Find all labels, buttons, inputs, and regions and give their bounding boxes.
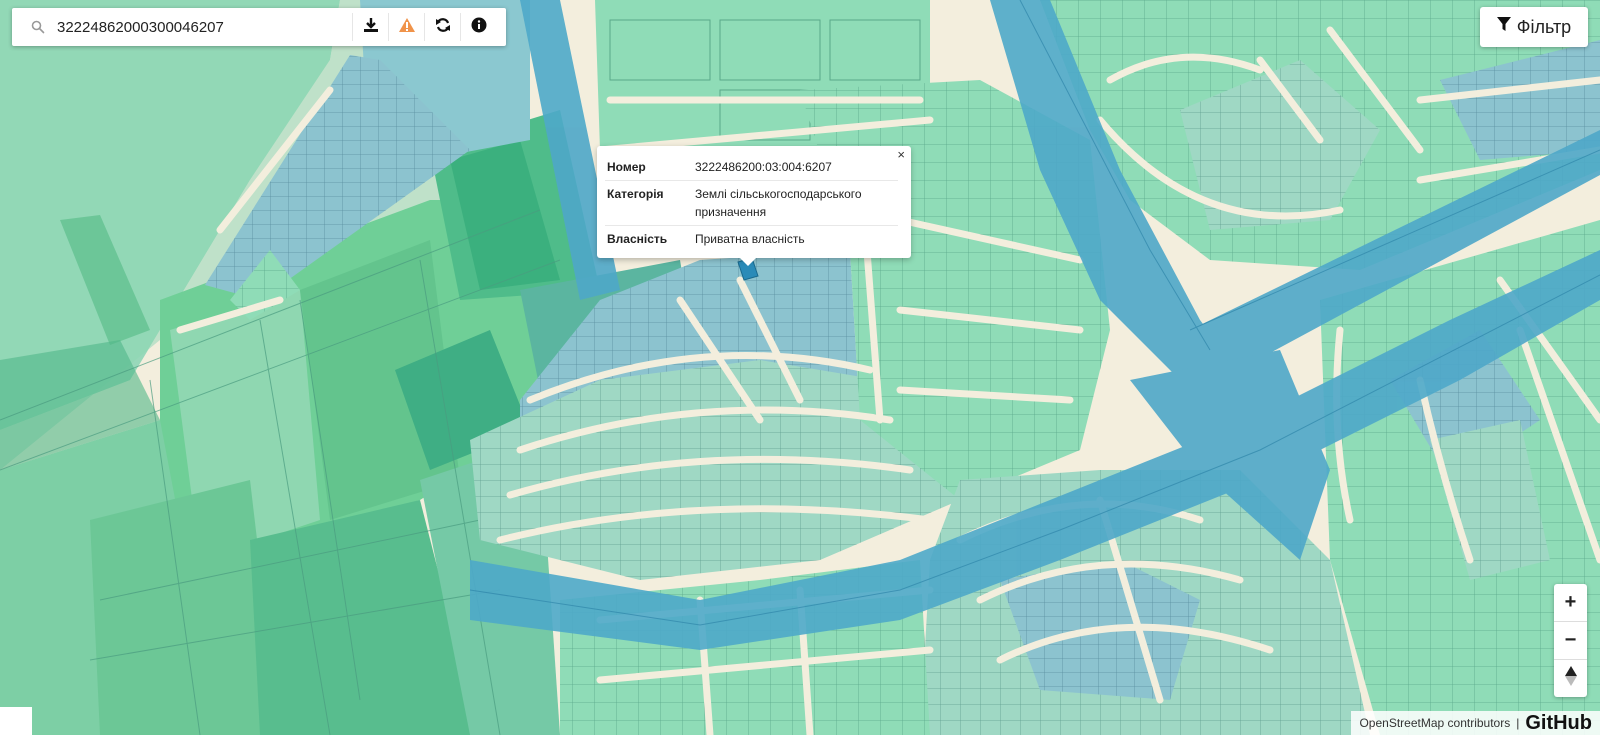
search-icon xyxy=(29,18,47,36)
parcel-popup: × Номер 3222486200:03:004:6207 Категорія… xyxy=(597,146,911,266)
refresh-button[interactable] xyxy=(424,13,460,41)
filter-label: Фільтр xyxy=(1516,16,1572,37)
map-attribution: OpenStreetMap contributors | GitHub xyxy=(1351,711,1600,735)
parcel-number-label: Номер xyxy=(605,154,693,181)
info-button[interactable] xyxy=(460,13,496,41)
funnel-icon xyxy=(1496,17,1511,37)
parcel-ownership-value: Приватна власність xyxy=(695,232,805,246)
github-logo[interactable]: GitHub xyxy=(1525,712,1592,735)
parcel-ownership-label: Власність xyxy=(607,232,668,246)
table-row: Власність Приватна власність xyxy=(605,226,898,253)
close-icon[interactable]: × xyxy=(897,147,905,162)
cadastral-map[interactable] xyxy=(0,0,1600,735)
refresh-icon xyxy=(435,17,451,38)
osm-attribution-link[interactable]: OpenStreetMap contributors xyxy=(1359,716,1510,730)
popup-tip xyxy=(740,258,756,266)
corner-panel xyxy=(0,707,32,735)
table-row: Категорія Землі сільськогосподарського п… xyxy=(605,180,898,226)
filter-button[interactable]: Фільтр xyxy=(1480,7,1588,47)
attribution-separator: | xyxy=(1516,716,1520,730)
table-row: Номер 3222486200:03:004:6207 xyxy=(605,154,898,181)
search-input[interactable] xyxy=(55,11,344,43)
download-icon xyxy=(363,17,379,38)
zoom-control: + − xyxy=(1554,584,1587,697)
search-bar xyxy=(12,8,506,46)
parcel-category-value: Землі сільськогосподарського призначення xyxy=(693,180,898,226)
zoom-in-button[interactable]: + xyxy=(1554,584,1587,622)
zoom-out-button[interactable]: − xyxy=(1554,622,1587,660)
north-arrow-icon xyxy=(1564,665,1577,692)
warning-icon xyxy=(398,17,416,38)
parcel-number-value: 3222486200:03:004:6207 xyxy=(693,154,898,181)
reset-north-button[interactable] xyxy=(1554,660,1587,697)
parcel-info-table: Номер 3222486200:03:004:6207 Категорія З… xyxy=(605,154,898,252)
parcel-category-label: Категорія xyxy=(605,180,693,226)
info-icon xyxy=(471,17,487,38)
search-toolbar xyxy=(352,13,496,41)
download-button[interactable] xyxy=(352,13,388,41)
report-issue-button[interactable] xyxy=(388,13,424,41)
